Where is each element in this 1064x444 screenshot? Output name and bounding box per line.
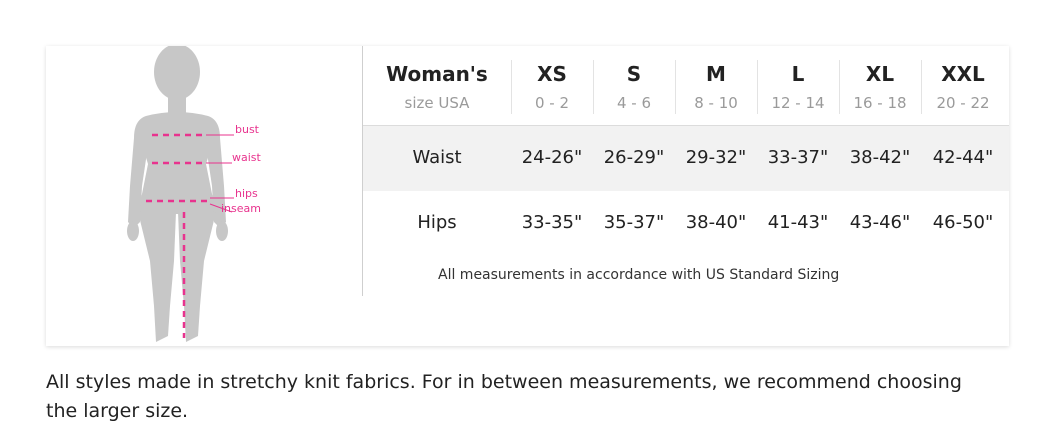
size-range: 16 - 18 [853, 94, 907, 112]
size-range: 8 - 10 [694, 94, 738, 112]
waist-value: 42-44" [932, 147, 994, 168]
size-range: 4 - 6 [616, 94, 652, 112]
size-name: XS [537, 62, 567, 86]
size-range: 12 - 14 [771, 94, 825, 112]
size-name: S [626, 62, 642, 86]
bust-label: bust [235, 123, 259, 136]
hips-value: 46-50" [932, 212, 994, 233]
size-column-l: L 12 - 14 33-37" 41-43" [757, 46, 839, 346]
hips-value: 41-43" [767, 212, 829, 233]
fabric-note: All styles made in stretchy knit fabrics… [46, 371, 962, 422]
woman-silhouette-icon [127, 46, 234, 342]
hips-value: 43-46" [849, 212, 911, 233]
size-range: 0 - 2 [534, 94, 570, 112]
row-label-hips: Hips [417, 212, 457, 233]
waist-value: 24-26" [521, 147, 583, 168]
size-column-m: M 8 - 10 29-32" 38-40" [675, 46, 757, 346]
hips-value: 35-37" [603, 212, 665, 233]
size-name: M [706, 62, 726, 86]
waist-value: 29-32" [685, 147, 747, 168]
row-label-waist: Waist [412, 147, 462, 168]
size-column-s: S 4 - 6 26-29" 35-37" [593, 46, 675, 346]
label-column: Woman's size USA Waist Hips [363, 46, 511, 346]
size-column-xl: XL 16 - 18 38-42" 43-46" [839, 46, 921, 346]
size-column-xs: XS 0 - 2 24-26" 33-35" [511, 46, 593, 346]
size-chart-card: bust waist hips inseam Woman's size USA … [46, 46, 1009, 346]
inseam-label: inseam [221, 202, 261, 215]
waist-value: 26-29" [603, 147, 665, 168]
waist-value: 38-42" [849, 147, 911, 168]
size-column-xxl: XXL 20 - 22 42-44" 46-50" [921, 46, 1005, 346]
size-name: XXL [941, 62, 985, 86]
body-measurement-figure: bust waist hips inseam [46, 46, 362, 346]
size-name: L [791, 62, 805, 86]
size-range: 20 - 22 [936, 94, 990, 112]
waist-value: 33-37" [767, 147, 829, 168]
hips-label: hips [235, 187, 258, 200]
hips-value: 33-35" [521, 212, 583, 233]
size-name: XL [865, 62, 895, 86]
waist-label: waist [232, 151, 261, 164]
hips-value: 38-40" [685, 212, 747, 233]
sizing-footnote: All measurements in accordance with US S… [438, 267, 840, 283]
table-title: Woman's [386, 62, 488, 86]
size-table: Woman's size USA Waist Hips XS 0 - 2 24-… [363, 46, 1009, 346]
table-subtitle: size USA [404, 94, 470, 112]
